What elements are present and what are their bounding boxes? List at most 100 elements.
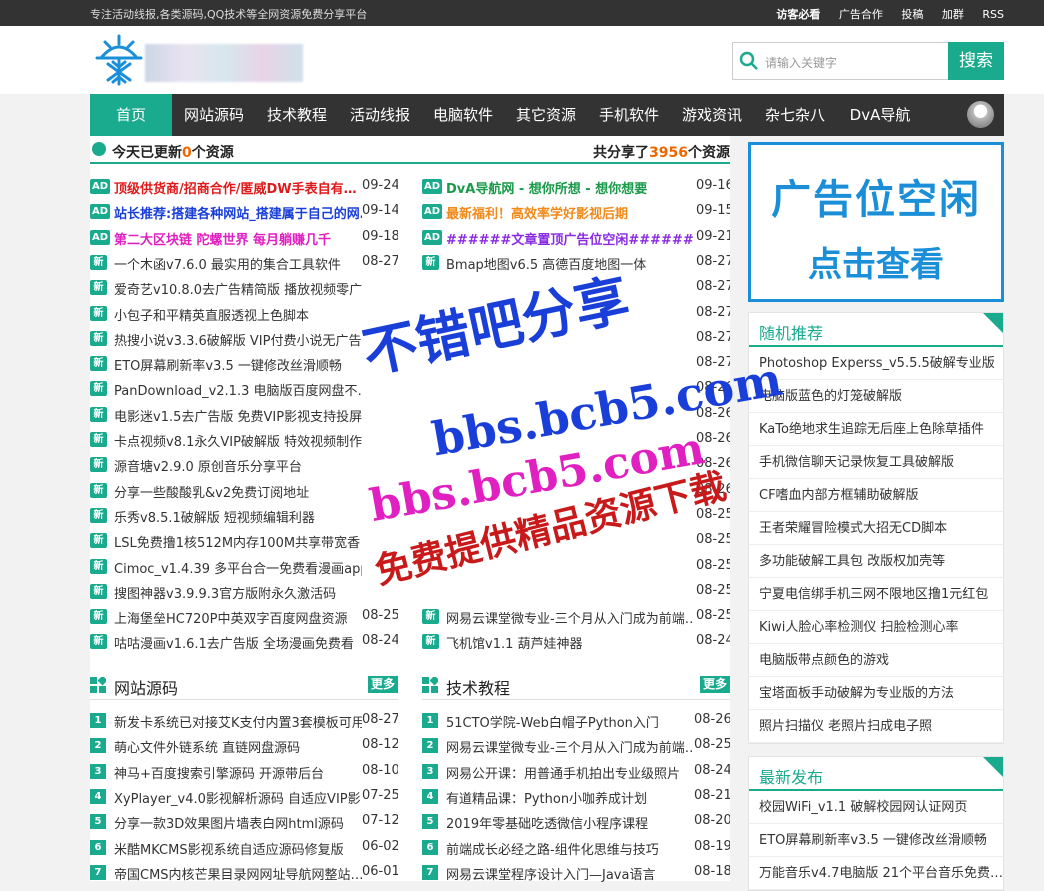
nav-item-home[interactable]: 首页 [90,94,172,136]
latest-row[interactable]: 08-26 [422,402,730,427]
top-link-join-group[interactable]: 加群 [942,8,964,21]
more-button[interactable]: 更多 [367,676,398,693]
newest-item[interactable]: 万能音乐v4.7电脑版 21个平台音乐免费… [749,857,1003,890]
random-item[interactable]: Kiwi人脸心率检测仪 扫脸检测心率 [749,611,1003,644]
latest-row[interactable]: 新分享一些酸酸乳&v2免费订阅地址 [90,478,398,503]
latest-title[interactable]: 搜图神器v3.9.9.3官方版附永久激活码 [114,583,362,602]
latest-title[interactable]: PanDownload_v2.1.3 电脑版百度网盘不… [114,380,362,399]
latest-row[interactable]: 08-27 [422,326,730,351]
section-item-title[interactable]: 神马+百度搜索引擎源码 开源带后台 [114,763,362,782]
top-link-rss[interactable]: RSS [982,8,1004,21]
latest-title[interactable]: 爱奇艺v10.8.0去广告精简版 播放视频零广 [114,279,362,298]
latest-title[interactable]: 卡点视频v8.1永久VIP破解版 特效视频制作 [114,431,362,450]
random-item[interactable]: Photoshop Experss_v5.5.5破解专业版 [749,347,1003,380]
latest-title[interactable]: 分享一些酸酸乳&v2免费订阅地址 [114,482,362,501]
nav-item-misc[interactable]: 杂七杂八 [756,94,834,136]
user-avatar[interactable] [967,101,994,128]
random-item[interactable]: 电脑版蓝色的灯笼破解版 [749,380,1003,413]
latest-row[interactable]: 08-25 [422,528,730,553]
search-button[interactable]: 搜索 [948,42,1004,80]
random-item[interactable]: KaTo绝地求生追踪无后座上色除草插件 [749,413,1003,446]
section-row[interactable]: 5 2019年零基础吃透微信小程序课程 08-20 [422,809,730,834]
section-row[interactable]: 3 网易公开课：用普通手机拍出专业级照片 08-24 [422,759,730,784]
section-row[interactable]: 1 新发卡系统已对接艾K支付内置3套模板可用 08-27 [90,708,398,733]
newest-item[interactable]: ETO屏幕刷新率v3.5 一键修改丝滑顺畅 [749,824,1003,857]
latest-title[interactable]: 乐秀v8.5.1破解版 短视频编辑利器 [114,507,362,526]
section-row[interactable]: 4 有道精品课：Python小咖养成计划 08-21 [422,784,730,809]
section-item-title[interactable]: 前端成长必经之路-组件化思维与技巧 [446,839,694,858]
latest-title[interactable]: 源音塘v2.9.0 原创音乐分享平台 [114,456,362,475]
section-row[interactable]: 3 神马+百度搜索引擎源码 开源带后台 08-10 [90,759,398,784]
section-item-title[interactable]: 网易云课堂微专业-三个月从入门成为前端… [446,737,694,756]
latest-title[interactable]: 一个木函v7.6.0 最实用的集合工具软件 [114,254,362,273]
section-row[interactable]: 6 米酷MKCMS影视系统自适应源码修复版 06-02 [90,835,398,860]
latest-row[interactable]: 08-26 [422,452,730,477]
random-item[interactable]: 手机微信聊天记录恢复工具破解版 [749,446,1003,479]
section-item-title[interactable]: 51CTO学院-Web白帽子Python入门 [446,712,694,731]
latest-row[interactable]: 新 PanDownload_v2.1.3 电脑版百度网盘不… [90,376,398,401]
snowflake-logo-icon[interactable] [93,34,145,86]
latest-row[interactable]: 08-26 [422,376,730,401]
nav-item-pc-software[interactable]: 电脑软件 [424,94,502,136]
section-item-title[interactable]: 有道精品课：Python小咖养成计划 [446,788,694,807]
random-item[interactable]: CF嗜血内部方框辅助破解版 [749,479,1003,512]
random-item[interactable]: 宝塔面板手动破解为专业版的方法 [749,677,1003,710]
section-row[interactable]: 5 分享一款3D效果图片墙表白网html源码 07-12 [90,809,398,834]
latest-row[interactable]: 新小包子和平精英直服透视上色脚本 [90,301,398,326]
latest-row[interactable]: 08-25 [422,503,730,528]
latest-row[interactable]: 08-25 [422,579,730,604]
latest-row[interactable]: AD 站长推荐:搭建各种网站_搭建属于自己的网… 09-14 [90,199,398,224]
latest-row[interactable]: 新 Cimoc_v1.4.39 多平台合一免费看漫画app [90,554,398,579]
newest-item[interactable]: 校园WiFi_v1.1 破解校园网认证网页 [749,791,1003,824]
latest-row[interactable]: AD 最新福利！高效率学好影视后期 09-15 [422,199,730,224]
top-link-guide[interactable]: 访客必看 [776,8,820,21]
nav-item-other-resources[interactable]: 其它资源 [507,94,585,136]
latest-title[interactable]: ETO屏幕刷新率v3.5 一键修改丝滑顺畅 [114,355,362,374]
random-item[interactable]: 照片扫描仪 老照片扫成电子照 [749,710,1003,743]
section-item-title[interactable]: XyPlayer_v4.0影视解析源码 自适应VIP影… [114,788,362,807]
latest-row[interactable]: 08-27 [422,275,730,300]
latest-row[interactable]: 新卡点视频v8.1永久VIP破解版 特效视频制作 [90,427,398,452]
random-item[interactable]: 多功能破解工具包 改版权加壳等 [749,545,1003,578]
section-item-title[interactable]: 2019年零基础吃透微信小程序课程 [446,813,694,832]
latest-title[interactable]: 最新福利！高效率学好影视后期 [446,203,694,222]
nav-item-website-source[interactable]: 网站源码 [175,94,253,136]
latest-row[interactable]: 08-26 [422,478,730,503]
top-link-submit[interactable]: 投稿 [901,8,923,21]
latest-row[interactable]: 08-27 [422,301,730,326]
random-item[interactable]: 王者荣耀冒险模式大招无CD脚本 [749,512,1003,545]
more-button[interactable]: 更多 [699,676,730,693]
latest-row[interactable]: 新上海堡垒HC720P中英双字百度网盘资源 08-25 [90,604,398,629]
latest-title[interactable]: 咕咕漫画v1.6.1去广告版 全场漫画免费看 [114,633,362,652]
section-item-title[interactable]: 网易云课堂程序设计入门—Java语言 [446,864,694,883]
latest-row[interactable]: AD DvA导航网 - 想你所想 - 想你想要 09-16 [422,174,730,199]
section-row[interactable]: 6 前端成长必经之路-组件化思维与技巧 08-19 [422,835,730,860]
nav-item-deals[interactable]: 活动线报 [341,94,419,136]
section-item-title[interactable]: 帝国CMS内核芒果目录网网址导航网整站… [114,864,362,883]
site-logo-text-blurred[interactable] [145,44,303,82]
nav-item-dva-nav[interactable]: DvA导航 [839,94,921,136]
section-item-title[interactable]: 网易公开课：用普通手机拍出专业级照片 [446,763,694,782]
latest-row[interactable]: 新 Bmap地图v6.5 高德百度地图一体 08-27 [422,250,730,275]
latest-row[interactable]: AD ######文章置顶广告位空闲###### 09-21 [422,225,730,250]
latest-title[interactable]: LSL免费撸1核512M内存100M共享带宽香 [114,532,362,551]
nav-item-game-news[interactable]: 游戏资讯 [673,94,751,136]
latest-title[interactable]: DvA导航网 - 想你所想 - 想你想要 [446,178,694,197]
ad-banner[interactable]: 广告位空闲 点击查看 [748,142,1004,302]
latest-row[interactable]: AD 顶级供货商/招商合作/匿威DW手表自有… 09-24 [90,174,398,199]
section-item-title[interactable]: 新发卡系统已对接艾K支付内置3套模板可用 [114,712,362,731]
latest-title[interactable]: 第二大区块链 陀螺世界 每月躺赚几千 [114,229,362,248]
latest-title[interactable]: 热搜小说v3.3.6破解版 VIP付费小说无广告 [114,330,362,349]
latest-row[interactable]: 新搜图神器v3.9.9.3官方版附永久激活码 [90,579,398,604]
section-row[interactable]: 1 51CTO学院-Web白帽子Python入门 08-26 [422,708,730,733]
top-link-ads[interactable]: 广告合作 [839,8,883,21]
latest-row[interactable]: 新乐秀v8.5.1破解版 短视频编辑利器 [90,503,398,528]
latest-row[interactable]: 新爱奇艺v10.8.0去广告精简版 播放视频零广 [90,275,398,300]
random-item[interactable]: 宁夏电信绑手机三网不限地区撸1元红包 [749,578,1003,611]
latest-title[interactable]: 飞机馆v1.1 葫芦娃神器 [446,633,694,652]
latest-row[interactable]: 08-27 [422,351,730,376]
section-row[interactable]: 4 XyPlayer_v4.0影视解析源码 自适应VIP影… 07-25 [90,784,398,809]
latest-row[interactable]: 新飞机馆v1.1 葫芦娃神器 08-24 [422,629,730,654]
section-item-title[interactable]: 萌心文件外链系统 直链网盘源码 [114,737,362,756]
latest-title[interactable]: 站长推荐:搭建各种网站_搭建属于自己的网… [114,203,362,222]
